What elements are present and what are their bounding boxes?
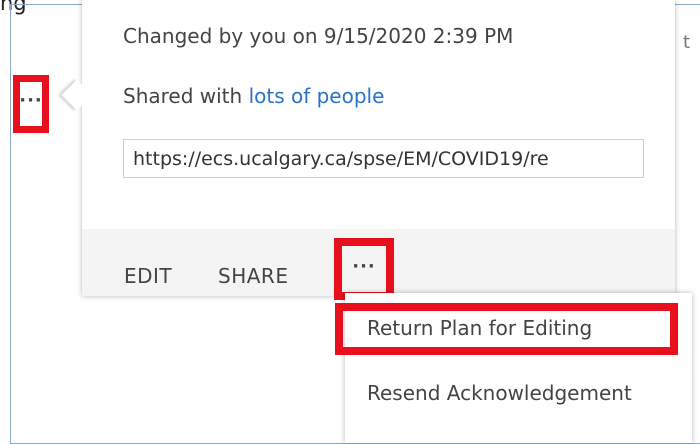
row-ellipsis-button[interactable]: ··· [13,75,49,133]
more-options-menu: Return Plan for Editing Resend Acknowled… [345,293,692,443]
menu-item-resend-acknowledgement[interactable]: Resend Acknowledgement [367,381,632,405]
document-url-field[interactable] [123,139,644,178]
menu-item-return-plan-for-editing[interactable]: Return Plan for Editing [367,316,592,340]
shared-with-text: Shared with lots of people [123,84,384,108]
more-options-button[interactable]: ··· [334,238,394,300]
ellipsis-icon: ··· [19,90,43,111]
shared-people-link[interactable]: lots of people [249,84,385,108]
ellipsis-icon: ··· [352,256,376,277]
shared-with-label: Shared with [123,84,243,108]
edit-button[interactable]: EDIT [124,264,172,288]
clipped-column-text: t [683,32,691,53]
modified-info-text: Changed by you on 9/15/2020 2:39 PM [123,24,514,48]
share-button[interactable]: SHARE [218,264,288,288]
